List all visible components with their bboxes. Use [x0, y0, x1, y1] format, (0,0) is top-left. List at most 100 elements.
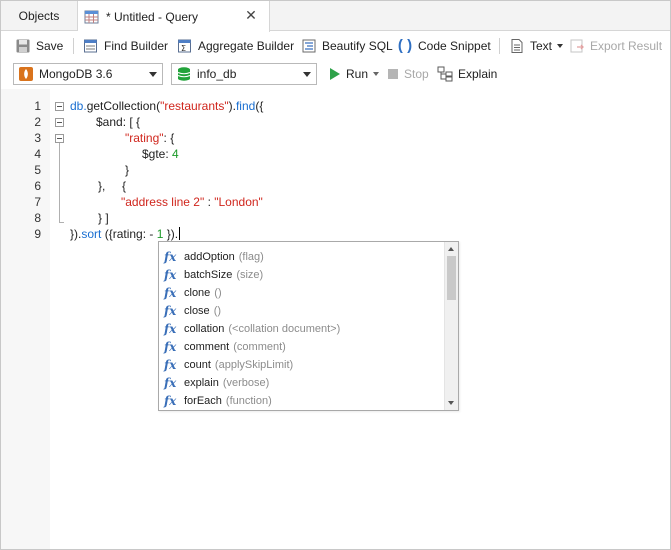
- connection-value: MongoDB 3.6: [39, 67, 113, 81]
- code-line-9: }).sort ({rating: - 1 }).: [70, 227, 181, 241]
- code-token: getCollection: [86, 99, 157, 113]
- run-icon: [329, 66, 341, 82]
- tab-objects-label: Objects: [18, 9, 60, 23]
- scroll-down-icon[interactable]: [448, 401, 454, 405]
- text-caret: [179, 227, 181, 240]
- code-token: ({rating: -: [101, 227, 157, 241]
- run-label: Run: [346, 67, 369, 81]
- text-mode-button[interactable]: Text: [509, 36, 564, 56]
- beautify-sql-button[interactable]: Beautify SQL: [301, 36, 393, 56]
- autocomplete-item-args: (): [214, 287, 222, 299]
- chevron-down-icon: [149, 72, 157, 77]
- autocomplete-item-args: (): [213, 305, 222, 317]
- code-token: 4: [172, 147, 179, 161]
- autocomplete-item-args: (flag): [238, 251, 264, 263]
- line-number: 8: [34, 211, 41, 225]
- connection-select[interactable]: MongoDB 3.6: [13, 63, 163, 85]
- code-token: $gte:: [142, 147, 173, 161]
- autocomplete-item-name: close: [184, 305, 210, 317]
- autocomplete-item[interactable]: fx addOption (flag): [159, 248, 445, 266]
- toolbar-divider: [499, 38, 500, 54]
- stop-button[interactable]: Stop: [387, 64, 429, 84]
- code-snippet-button[interactable]: ( ) Code Snippet: [397, 36, 491, 56]
- autocomplete-item[interactable]: fx collation (<collation document>): [159, 320, 445, 338]
- text-icon: [509, 38, 525, 54]
- function-icon: fx: [164, 322, 177, 336]
- function-icon: fx: [164, 286, 177, 300]
- save-button[interactable]: Save: [15, 36, 63, 56]
- find-builder-icon: [83, 38, 99, 54]
- autocomplete-item[interactable]: fx forEach (function): [159, 392, 445, 410]
- code-snippet-label: Code Snippet: [418, 39, 491, 53]
- export-result-icon: [569, 38, 585, 54]
- autocomplete-item-name: comment: [184, 341, 230, 353]
- toolbar-divider: [73, 38, 74, 54]
- autocomplete-item-name: batchSize: [184, 269, 233, 281]
- find-builder-label: Find Builder: [104, 39, 169, 53]
- code-token: : {: [163, 131, 175, 145]
- autocomplete-item-name: collation: [184, 323, 225, 335]
- function-icon: fx: [164, 250, 177, 264]
- autocomplete-item-args: (size): [236, 269, 264, 281]
- text-mode-label: Text: [530, 39, 553, 53]
- code-token: :: [204, 195, 215, 209]
- line-number: 1: [34, 99, 41, 113]
- fold-toggle[interactable]: [55, 134, 64, 143]
- aggregate-builder-icon: Σ: [177, 38, 193, 54]
- autocomplete-scrollbar[interactable]: [444, 242, 458, 410]
- query-table-icon: [84, 9, 100, 25]
- autocomplete-item[interactable]: fx explain (verbose): [159, 374, 445, 392]
- function-icon: fx: [164, 268, 177, 282]
- fold-toggle[interactable]: [55, 118, 64, 127]
- scroll-up-icon[interactable]: [448, 247, 454, 251]
- export-result-label: Export Result: [590, 39, 663, 53]
- autocomplete-item-args: (applySkipLimit): [214, 359, 294, 371]
- code-token: sort: [81, 227, 102, 241]
- autocomplete-item[interactable]: fx close (): [159, 302, 445, 320]
- line-number: 2: [34, 115, 41, 129]
- code-token: "London": [214, 195, 263, 209]
- autocomplete-item-args: (<collation document>): [228, 323, 341, 335]
- autocomplete-item-args: (verbose): [222, 377, 270, 389]
- line-number: 9: [34, 227, 41, 241]
- line-number: 4: [34, 147, 41, 161]
- autocomplete-item[interactable]: fx clone (): [159, 284, 445, 302]
- aggregate-builder-button[interactable]: Σ Aggregate Builder: [177, 36, 294, 56]
- query-editor[interactable]: 1 2 3 4 5 6 7 8 9 db.getCollection("rest…: [1, 89, 670, 549]
- mongodb-icon: [18, 66, 34, 82]
- export-result-button[interactable]: Export Result: [569, 36, 662, 56]
- code-line-8: } ]: [98, 211, 109, 225]
- autocomplete-item-name: count: [184, 359, 211, 371]
- code-token: db.: [70, 99, 87, 113]
- database-select[interactable]: info_db: [171, 63, 317, 85]
- autocomplete-item[interactable]: fx count (applySkipLimit): [159, 356, 445, 374]
- query-window: Objects * Untitled - Query ✕ Save Find B…: [0, 0, 671, 550]
- close-icon[interactable]: ✕: [245, 8, 257, 22]
- fold-toggle[interactable]: [55, 102, 64, 111]
- code-token: ({: [255, 99, 264, 113]
- line-number: 5: [34, 163, 41, 177]
- autocomplete-item[interactable]: fx comment (comment): [159, 338, 445, 356]
- query-toolbar: Save Find Builder Σ Aggregate Builder Be…: [1, 32, 670, 60]
- autocomplete-popup: fx addOption (flag) fx batchSize (size) …: [158, 241, 459, 411]
- tab-query[interactable]: * Untitled - Query ✕: [78, 1, 270, 32]
- code-token: "restaurants": [160, 99, 229, 113]
- code-token: find: [235, 99, 256, 113]
- code-line-6: }, {: [98, 179, 127, 193]
- code-line-3: "rating": {: [125, 131, 174, 145]
- code-line-4: $gte: 4: [142, 147, 179, 161]
- code-line-7: "address line 2" : "London": [121, 195, 263, 209]
- autocomplete-item[interactable]: fx batchSize (size): [159, 266, 445, 284]
- run-button[interactable]: Run: [329, 64, 380, 84]
- code-snippet-icon: ( ): [397, 37, 413, 54]
- fold-end-marker: [59, 222, 64, 223]
- chevron-down-icon: [303, 72, 311, 77]
- code-line-2: $and: [ {: [96, 115, 141, 129]
- beautify-sql-label: Beautify SQL: [322, 39, 393, 53]
- scrollbar-thumb[interactable]: [447, 256, 456, 300]
- tab-objects[interactable]: Objects: [1, 1, 78, 31]
- line-number: 6: [34, 179, 41, 193]
- autocomplete-item-name: forEach: [184, 395, 222, 407]
- find-builder-button[interactable]: Find Builder: [83, 36, 168, 56]
- explain-button[interactable]: Explain: [437, 64, 497, 84]
